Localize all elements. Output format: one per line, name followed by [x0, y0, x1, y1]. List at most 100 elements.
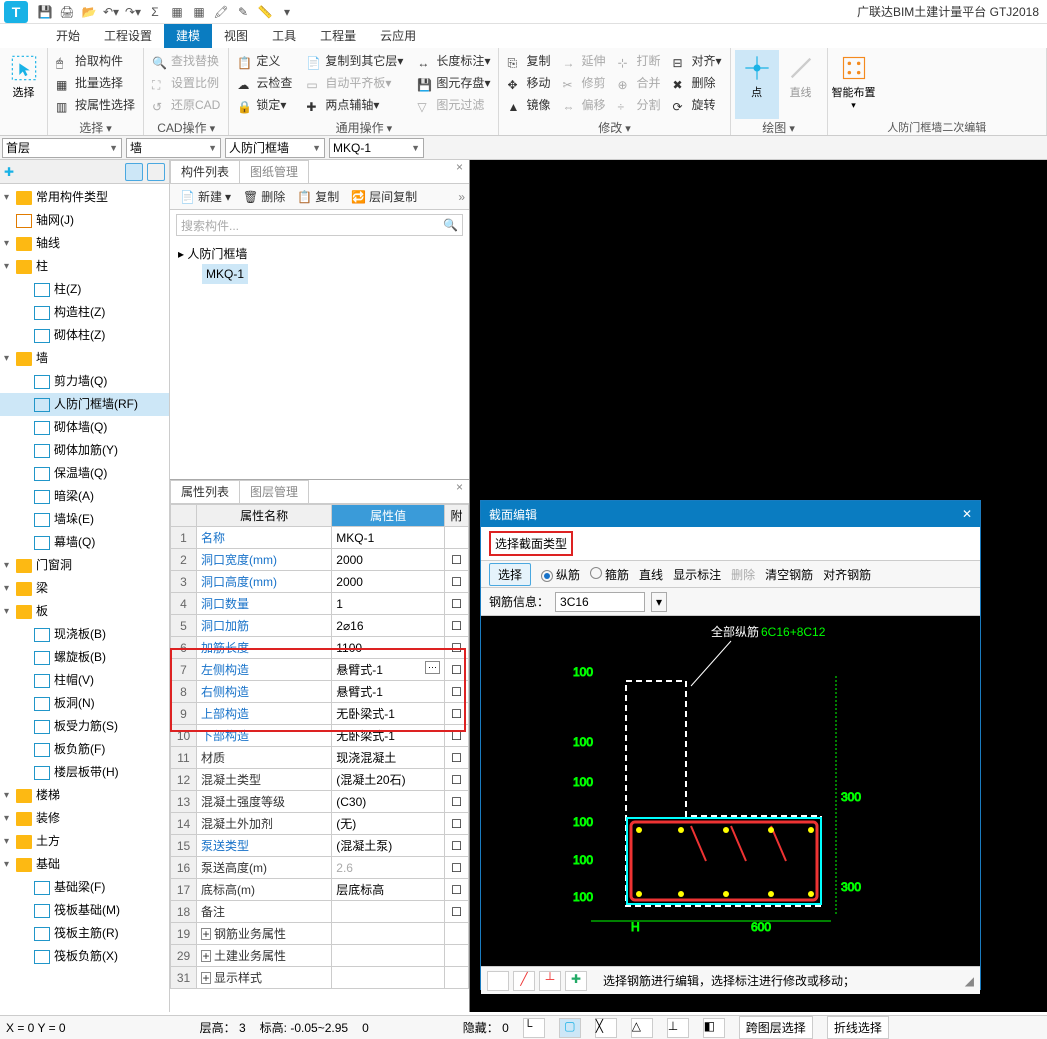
cross-layer-select-button[interactable]: 跨图层选择	[739, 1016, 813, 1039]
dlg-select-button[interactable]: 选择	[489, 563, 531, 586]
tree-item[interactable]: 基础梁(F)	[0, 876, 169, 899]
find-replace-button[interactable]: 🔍查找替换	[148, 50, 224, 72]
trim-button[interactable]: ✂修剪	[558, 72, 609, 94]
tree-item[interactable]: ▾楼梯	[0, 784, 169, 807]
property-row[interactable]: 4洞口数量1☐	[171, 593, 469, 615]
length-dim-button[interactable]: ↔长度标注 ▾	[413, 50, 494, 72]
tree-item[interactable]: 筏板负筋(X)	[0, 945, 169, 968]
property-row[interactable]: 8右侧构造悬臂式-1☐	[171, 681, 469, 703]
property-row[interactable]: 7左侧构造悬臂式-1 ⋯☐	[171, 659, 469, 681]
property-row[interactable]: 10下部构造无卧梁式-1☐	[171, 725, 469, 747]
elem-filter-button[interactable]: ▽图元过滤	[413, 94, 494, 116]
radio-stirrup[interactable]: 箍筋	[590, 566, 629, 583]
tree-item[interactable]: 柱帽(V)	[0, 669, 169, 692]
batch-select-button[interactable]: ▦批量选择	[52, 72, 139, 94]
delete-component-button[interactable]: 🗑 删除	[243, 188, 285, 205]
tree-item[interactable]: 板洞(N)	[0, 692, 169, 715]
component-tree[interactable]: ▾常用构件类型轴网(J)▾轴线▾柱柱(Z)构造柱(Z)砌体柱(Z)▾墙剪力墙(Q…	[0, 184, 169, 1012]
menu-model[interactable]: 建模	[164, 24, 212, 48]
rebar-info-input[interactable]	[555, 592, 645, 612]
property-row[interactable]: 17底标高(m)层底标高☐	[171, 879, 469, 901]
menu-start[interactable]: 开始	[44, 24, 92, 48]
tree-item[interactable]: 构造柱(Z)	[0, 301, 169, 324]
dropdown-icon[interactable]: ▾	[651, 592, 667, 612]
radio-longitudinal[interactable]: 纵筋	[541, 566, 580, 583]
property-row[interactable]: 29+土建业务属性	[171, 945, 469, 967]
mirror-button[interactable]: ▲镜像	[503, 94, 554, 116]
instance-select[interactable]: MKQ-1▼	[329, 138, 424, 158]
sb-icon-1[interactable]	[487, 971, 509, 991]
menu-tools[interactable]: 工具	[260, 24, 308, 48]
menu-quantity[interactable]: 工程量	[308, 24, 368, 48]
tree-item[interactable]: 砌体柱(Z)	[0, 324, 169, 347]
dlg-line-button[interactable]: 直线	[639, 566, 663, 583]
tree-item[interactable]: ▾柱	[0, 255, 169, 278]
tab-drawing-mgmt[interactable]: 图纸管理	[239, 160, 309, 183]
tree-item[interactable]: 剪力墙(Q)	[0, 370, 169, 393]
cloud-check-button[interactable]: ☁云检查	[233, 72, 296, 94]
qat-ruler-icon[interactable]: 📏	[255, 2, 275, 22]
resize-grip-icon[interactable]: ◢	[965, 974, 974, 988]
select-big-button[interactable]: 选择	[4, 50, 43, 119]
component-instances-tree[interactable]: ▸ 人防门框墙 MKQ-1	[170, 240, 469, 288]
rotate-button[interactable]: ⟳旋转	[669, 94, 726, 116]
property-row[interactable]: 31+显示样式	[171, 967, 469, 989]
align-button[interactable]: ⊟对齐 ▾	[669, 50, 726, 72]
choose-section-button[interactable]: 选择截面类型	[489, 531, 573, 556]
floor-copy-button[interactable]: 🔁 层间复制	[351, 188, 417, 205]
property-table[interactable]: 属性名称属性值附 1名称MKQ-12洞口宽度(mm)2000☐3洞口高度(mm)…	[170, 504, 469, 1012]
polyline-select-button[interactable]: 折线选择	[827, 1016, 889, 1039]
qat-print-icon[interactable]: 🖨	[57, 2, 77, 22]
smart-layout-button[interactable]: 智能布置▾	[832, 50, 876, 119]
property-row[interactable]: 12混凝土类型(混凝土20石)☐	[171, 769, 469, 791]
define-button[interactable]: 📋定义	[233, 50, 296, 72]
property-row[interactable]: 1名称MKQ-1	[171, 527, 469, 549]
tree-item[interactable]: 墙垛(E)	[0, 508, 169, 531]
property-row[interactable]: 9上部构造无卧梁式-1☐	[171, 703, 469, 725]
property-row[interactable]: 14混凝土外加剂(无)☐	[171, 813, 469, 835]
lock-button[interactable]: 🔒锁定 ▾	[233, 94, 296, 116]
tree-item[interactable]: ▾轴线	[0, 232, 169, 255]
tab-layers[interactable]: 图层管理	[239, 480, 309, 503]
tree-item[interactable]: 板受力筋(S)	[0, 715, 169, 738]
pick-element-button[interactable]: 🖱拾取构件	[52, 50, 139, 72]
property-row[interactable]: 15泵送类型(混凝土泵)☐	[171, 835, 469, 857]
copy-floor-button[interactable]: 📄复制到其它层 ▾	[302, 50, 407, 72]
property-row[interactable]: 11材质现浇混凝土☐	[171, 747, 469, 769]
qat-table-icon[interactable]: ▦	[167, 2, 187, 22]
tab-properties[interactable]: 属性列表	[170, 480, 240, 503]
more-icon[interactable]: »	[458, 190, 465, 204]
add-icon[interactable]: ✚	[4, 165, 14, 179]
qat-more-icon[interactable]: ▾	[277, 2, 297, 22]
tree-item[interactable]: 砌体加筋(Y)	[0, 439, 169, 462]
two-point-axis-button[interactable]: ✚两点辅轴 ▾	[302, 94, 407, 116]
qat-open-icon[interactable]: 📂	[79, 2, 99, 22]
dlg-align-rebar-button[interactable]: 对齐钢筋	[823, 566, 871, 583]
menu-cloud[interactable]: 云应用	[368, 24, 428, 48]
sb-icon-3[interactable]: ┴	[539, 971, 561, 991]
close-icon[interactable]: ×	[450, 160, 469, 183]
sb-icon-a[interactable]: └	[523, 1018, 545, 1038]
type-select[interactable]: 人防门框墙▼	[225, 138, 325, 158]
point-button[interactable]: 点	[735, 50, 779, 119]
sb-icon-e[interactable]: ⊥	[667, 1018, 689, 1038]
property-row[interactable]: 3洞口高度(mm)2000☐	[171, 571, 469, 593]
close-icon[interactable]: ×	[450, 480, 469, 503]
extend-button[interactable]: →延伸	[558, 50, 609, 72]
dialog-titlebar[interactable]: 截面编辑 ✕	[481, 501, 980, 527]
category-select[interactable]: 墙▼	[126, 138, 221, 158]
move-button[interactable]: ✥移动	[503, 72, 554, 94]
tree-item[interactable]: 板负筋(F)	[0, 738, 169, 761]
search-input[interactable]: 搜索构件... 🔍	[176, 214, 463, 236]
tree-item[interactable]: 轴网(J)	[0, 209, 169, 232]
section-canvas[interactable]: 100 300 300 H 600 100 100 100 100 100	[481, 616, 980, 966]
restore-cad-button[interactable]: ↺还原CAD	[148, 94, 224, 116]
copy-component-button[interactable]: 📋 复制	[297, 188, 339, 205]
tree-item[interactable]: 幕墙(Q)	[0, 531, 169, 554]
dlg-show-dim-button[interactable]: 显示标注	[673, 566, 721, 583]
tree-item[interactable]: ▾门窗洞	[0, 554, 169, 577]
sb-icon-f[interactable]: ◧	[703, 1018, 725, 1038]
qat-check-icon[interactable]: ▦	[189, 2, 209, 22]
list-view-icon[interactable]	[125, 163, 143, 181]
qat-edit-icon[interactable]: ✎	[233, 2, 253, 22]
